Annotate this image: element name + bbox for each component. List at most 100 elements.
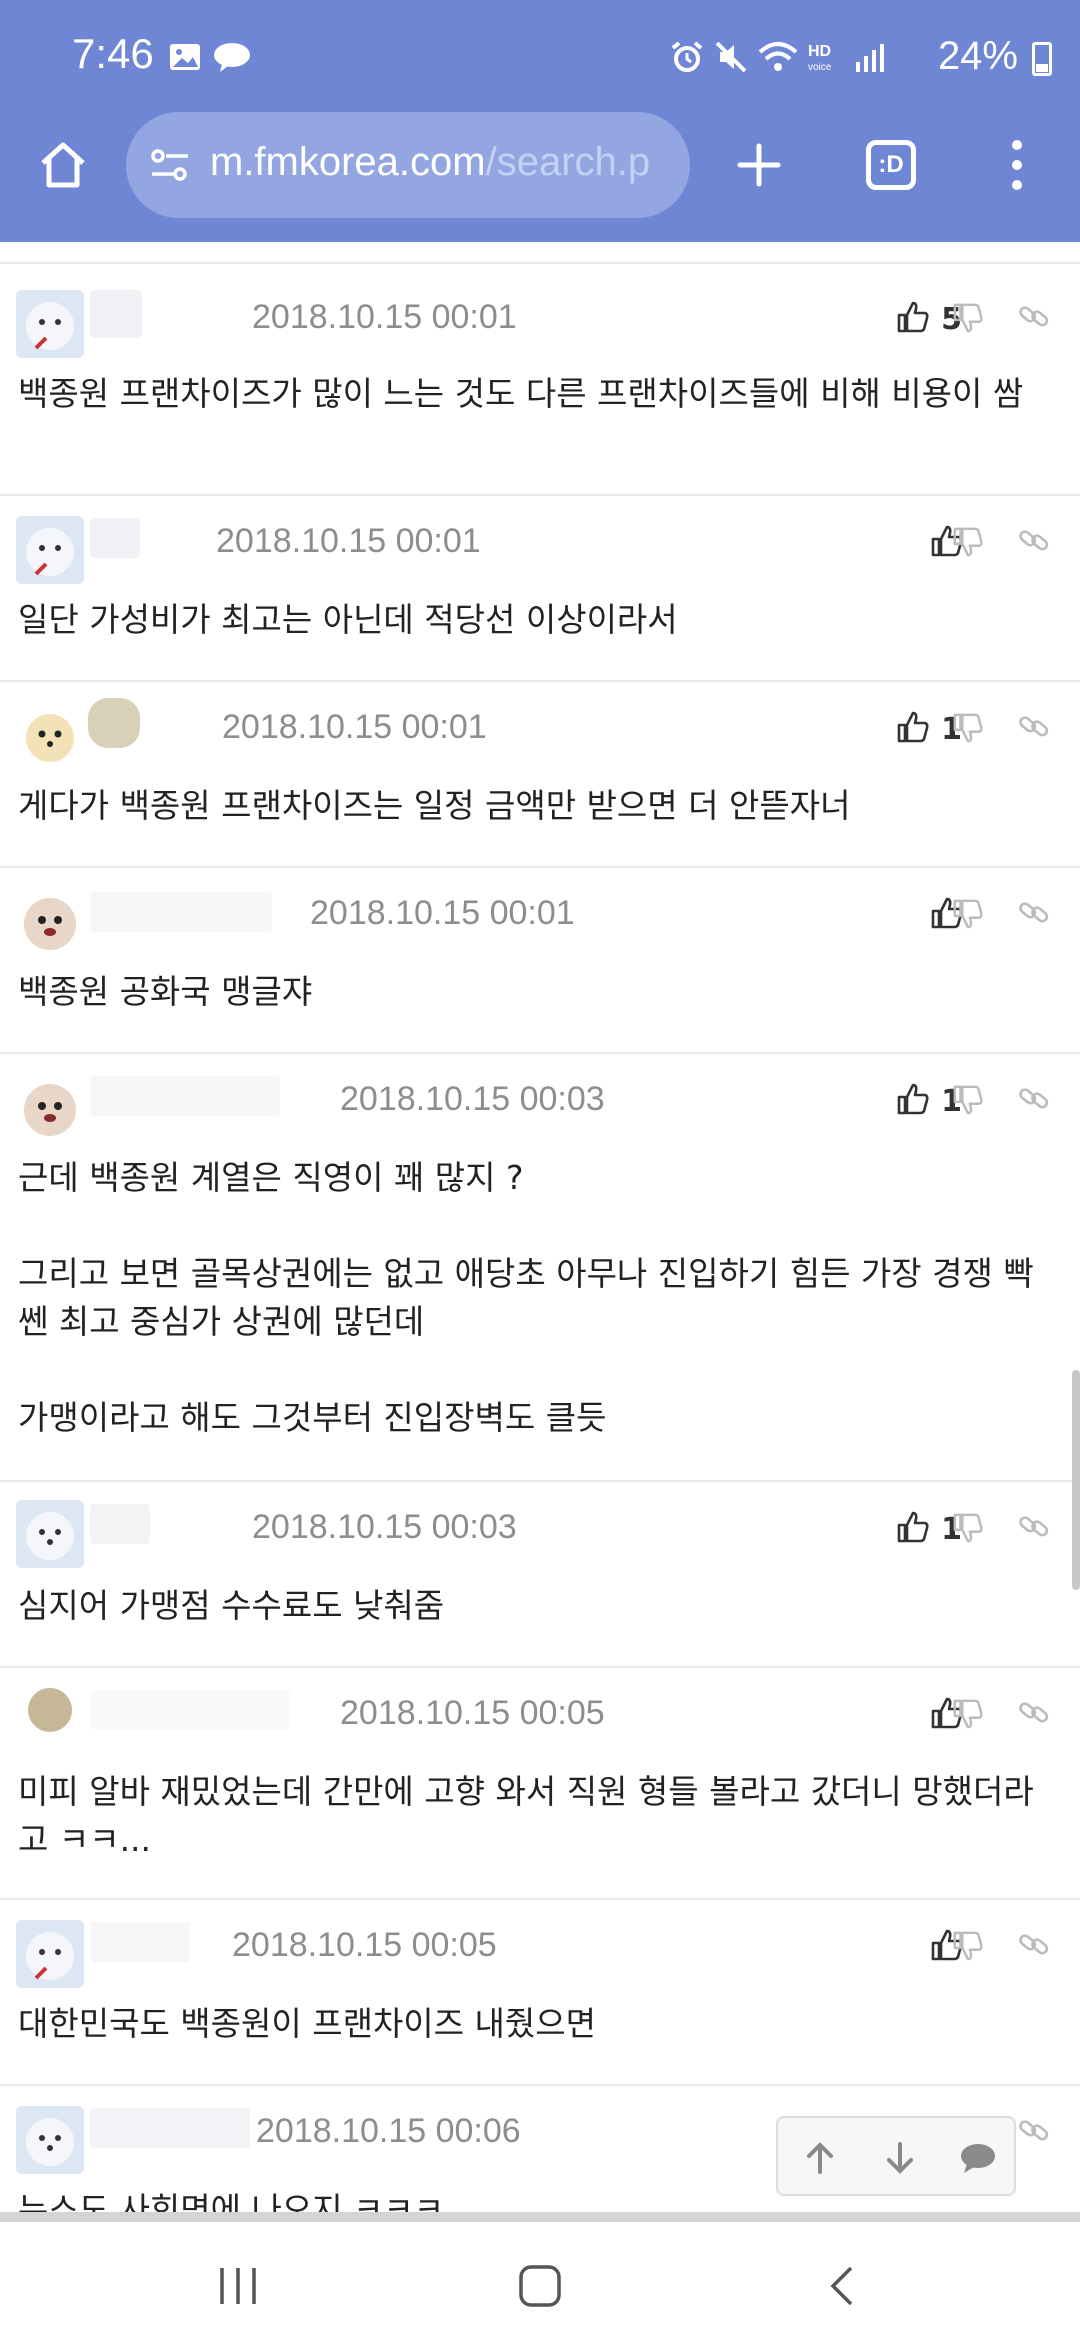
home-button[interactable] bbox=[20, 122, 106, 208]
link-icon[interactable] bbox=[1018, 896, 1050, 928]
nickname-redacted bbox=[90, 892, 272, 932]
comment-date: 2018.10.15 00:01 bbox=[222, 708, 487, 746]
thumbs-down-icon[interactable] bbox=[952, 712, 984, 744]
link-icon[interactable] bbox=[1018, 1510, 1050, 1542]
svg-text:voice: voice bbox=[808, 62, 832, 73]
scroll-up-icon[interactable] bbox=[800, 2138, 840, 2178]
comment-date: 2018.10.15 00:01 bbox=[252, 298, 517, 336]
nickname-redacted bbox=[90, 1690, 290, 1730]
scroll-down-icon[interactable] bbox=[880, 2138, 920, 2178]
thumbs-up-icon[interactable] bbox=[896, 1510, 930, 1544]
avatar[interactable] bbox=[16, 1074, 84, 1142]
comment-text: 백종원 프랜차이즈가 많이 느는 것도 다른 프랜차이즈들에 비해 비용이 쌈 bbox=[18, 374, 1024, 413]
puppy-avatar-icon bbox=[24, 898, 76, 950]
comment-item: 2018.10.15 00:03 1 심지어 가맹점 수수료도 낮춰줌 bbox=[0, 1482, 1080, 1668]
nickname-redacted bbox=[90, 290, 142, 338]
home-icon bbox=[41, 142, 85, 188]
avatar[interactable] bbox=[16, 888, 84, 956]
svg-text:HD: HD bbox=[808, 43, 831, 60]
system-navigation-bar bbox=[0, 2212, 1080, 2340]
comment-item: 2018.10.15 00:01 백종원 공화국 맹글쟈 bbox=[0, 868, 1080, 1054]
gallery-icon bbox=[170, 44, 200, 70]
comment-text: 근데 백종원 계열은 직영이 꽤 많지 ? 그리고 보면 골목상권에는 없고 애… bbox=[18, 1158, 1034, 1437]
plus-icon bbox=[737, 143, 781, 187]
thumbs-down-icon[interactable] bbox=[952, 1512, 984, 1544]
nickname-redacted bbox=[90, 1504, 150, 1544]
link-icon[interactable] bbox=[1018, 1928, 1050, 1960]
tab-switcher-icon: :D bbox=[866, 140, 916, 190]
dog-avatar-icon bbox=[26, 1932, 74, 1980]
comment-item: 2018.10.15 00:05 미피 알바 재밌었는데 간만에 고향 와서 직… bbox=[0, 1668, 1080, 1900]
alarm-icon bbox=[671, 41, 703, 72]
list-top-divider bbox=[0, 242, 1080, 264]
comment-date: 2018.10.15 00:05 bbox=[340, 1694, 605, 1732]
avatar[interactable] bbox=[16, 702, 84, 770]
status-bar: 7:46 HD voice 24% bbox=[0, 0, 1080, 118]
thumbs-down-icon[interactable] bbox=[952, 898, 984, 930]
nickname-redacted bbox=[90, 2108, 250, 2148]
url-domain: m.fmkorea.com bbox=[210, 140, 486, 184]
thumbs-down-icon[interactable] bbox=[952, 1084, 984, 1116]
thumbs-down-icon[interactable] bbox=[952, 1698, 984, 1730]
nickname-redacted bbox=[90, 518, 140, 558]
recent-apps-button[interactable] bbox=[198, 2246, 278, 2326]
signal-icon bbox=[856, 44, 884, 72]
comment-item: 2018.10.15 00:01 일단 가성비가 최고는 아닌데 적당선 이상이… bbox=[0, 496, 1080, 682]
link-icon[interactable] bbox=[1018, 2114, 1050, 2146]
thumbs-up-icon[interactable] bbox=[896, 1082, 930, 1116]
dog-avatar-icon bbox=[26, 2118, 74, 2166]
thumbs-down-icon[interactable] bbox=[952, 302, 984, 334]
address-bar[interactable]: m.fmkorea.com/search.p bbox=[126, 112, 690, 218]
comment-list: 2018.10.15 00:01 5 백종원 프랜차이즈가 많이 느는 것도 다… bbox=[0, 242, 1080, 2212]
avatar[interactable] bbox=[16, 516, 84, 584]
menu-button[interactable] bbox=[974, 122, 1060, 208]
avatar[interactable] bbox=[16, 2106, 84, 2174]
nickname-redacted bbox=[90, 1922, 190, 1962]
comment-item: 2018.10.15 00:03 1 근데 백종원 계열은 직영이 꽤 많지 ?… bbox=[0, 1054, 1080, 1482]
thumbs-down-icon[interactable] bbox=[952, 526, 984, 558]
comment-date: 2018.10.15 00:03 bbox=[252, 1508, 517, 1546]
comment-text: 게다가 백종원 프랜차이즈는 일정 금액만 받으면 더 안뜯자너 bbox=[18, 786, 851, 825]
thumbs-down-icon[interactable] bbox=[952, 1930, 984, 1962]
chat-talk-icon bbox=[214, 43, 250, 72]
back-button[interactable] bbox=[802, 2246, 882, 2326]
comment-date: 2018.10.15 00:01 bbox=[216, 522, 481, 560]
dog-avatar-icon bbox=[26, 1512, 74, 1560]
recent-apps-icon bbox=[220, 2268, 256, 2304]
scrollbar[interactable] bbox=[1072, 1370, 1080, 1590]
dog-avatar-icon bbox=[26, 302, 74, 350]
new-tab-button[interactable] bbox=[716, 122, 802, 208]
comment-item: 2018.10.15 00:05 대한민국도 백종원이 프랜차이즈 내줬으면 bbox=[0, 1900, 1080, 2086]
nickname-redacted bbox=[90, 1076, 280, 1116]
comment-text: 대한민국도 백종원이 프랜차이즈 내줬으면 bbox=[18, 2004, 596, 2043]
comment-text: 백종원 공화국 맹글쟈 bbox=[18, 972, 313, 1011]
link-icon[interactable] bbox=[1018, 710, 1050, 742]
thumbs-up-icon[interactable] bbox=[896, 300, 930, 334]
tab-switcher-button[interactable]: :D bbox=[848, 122, 934, 208]
battery-level: 24% bbox=[937, 34, 1018, 78]
wifi-icon bbox=[758, 42, 798, 71]
avatar[interactable] bbox=[28, 1688, 72, 1732]
site-settings-icon[interactable] bbox=[148, 144, 192, 188]
thumbs-up-icon[interactable] bbox=[896, 710, 930, 744]
url-path: /search.p bbox=[485, 140, 651, 184]
link-icon[interactable] bbox=[1018, 300, 1050, 332]
comment-date: 2018.10.15 00:05 bbox=[232, 1926, 497, 1964]
mute-icon bbox=[715, 41, 747, 73]
home-nav-button[interactable] bbox=[500, 2246, 580, 2326]
avatar[interactable] bbox=[16, 1500, 84, 1568]
avatar[interactable] bbox=[16, 1920, 84, 1988]
dog-avatar-icon bbox=[26, 528, 74, 576]
home-square-icon bbox=[519, 2265, 561, 2307]
link-icon[interactable] bbox=[1018, 524, 1050, 556]
comment-bubble-icon[interactable] bbox=[958, 2138, 998, 2178]
tab-switcher-label: :D bbox=[878, 151, 904, 178]
avatar[interactable] bbox=[16, 290, 84, 358]
browser-chrome: 7:46 HD voice 24% m.fmkorea.com/search.p… bbox=[0, 0, 1080, 242]
floating-navigation bbox=[776, 2116, 1016, 2196]
link-icon[interactable] bbox=[1018, 1696, 1050, 1728]
hd-voice-icon: HD voice bbox=[808, 43, 832, 73]
link-icon[interactable] bbox=[1018, 1082, 1050, 1114]
status-time: 7:46 bbox=[72, 30, 154, 77]
comment-date: 2018.10.15 00:01 bbox=[310, 894, 575, 932]
